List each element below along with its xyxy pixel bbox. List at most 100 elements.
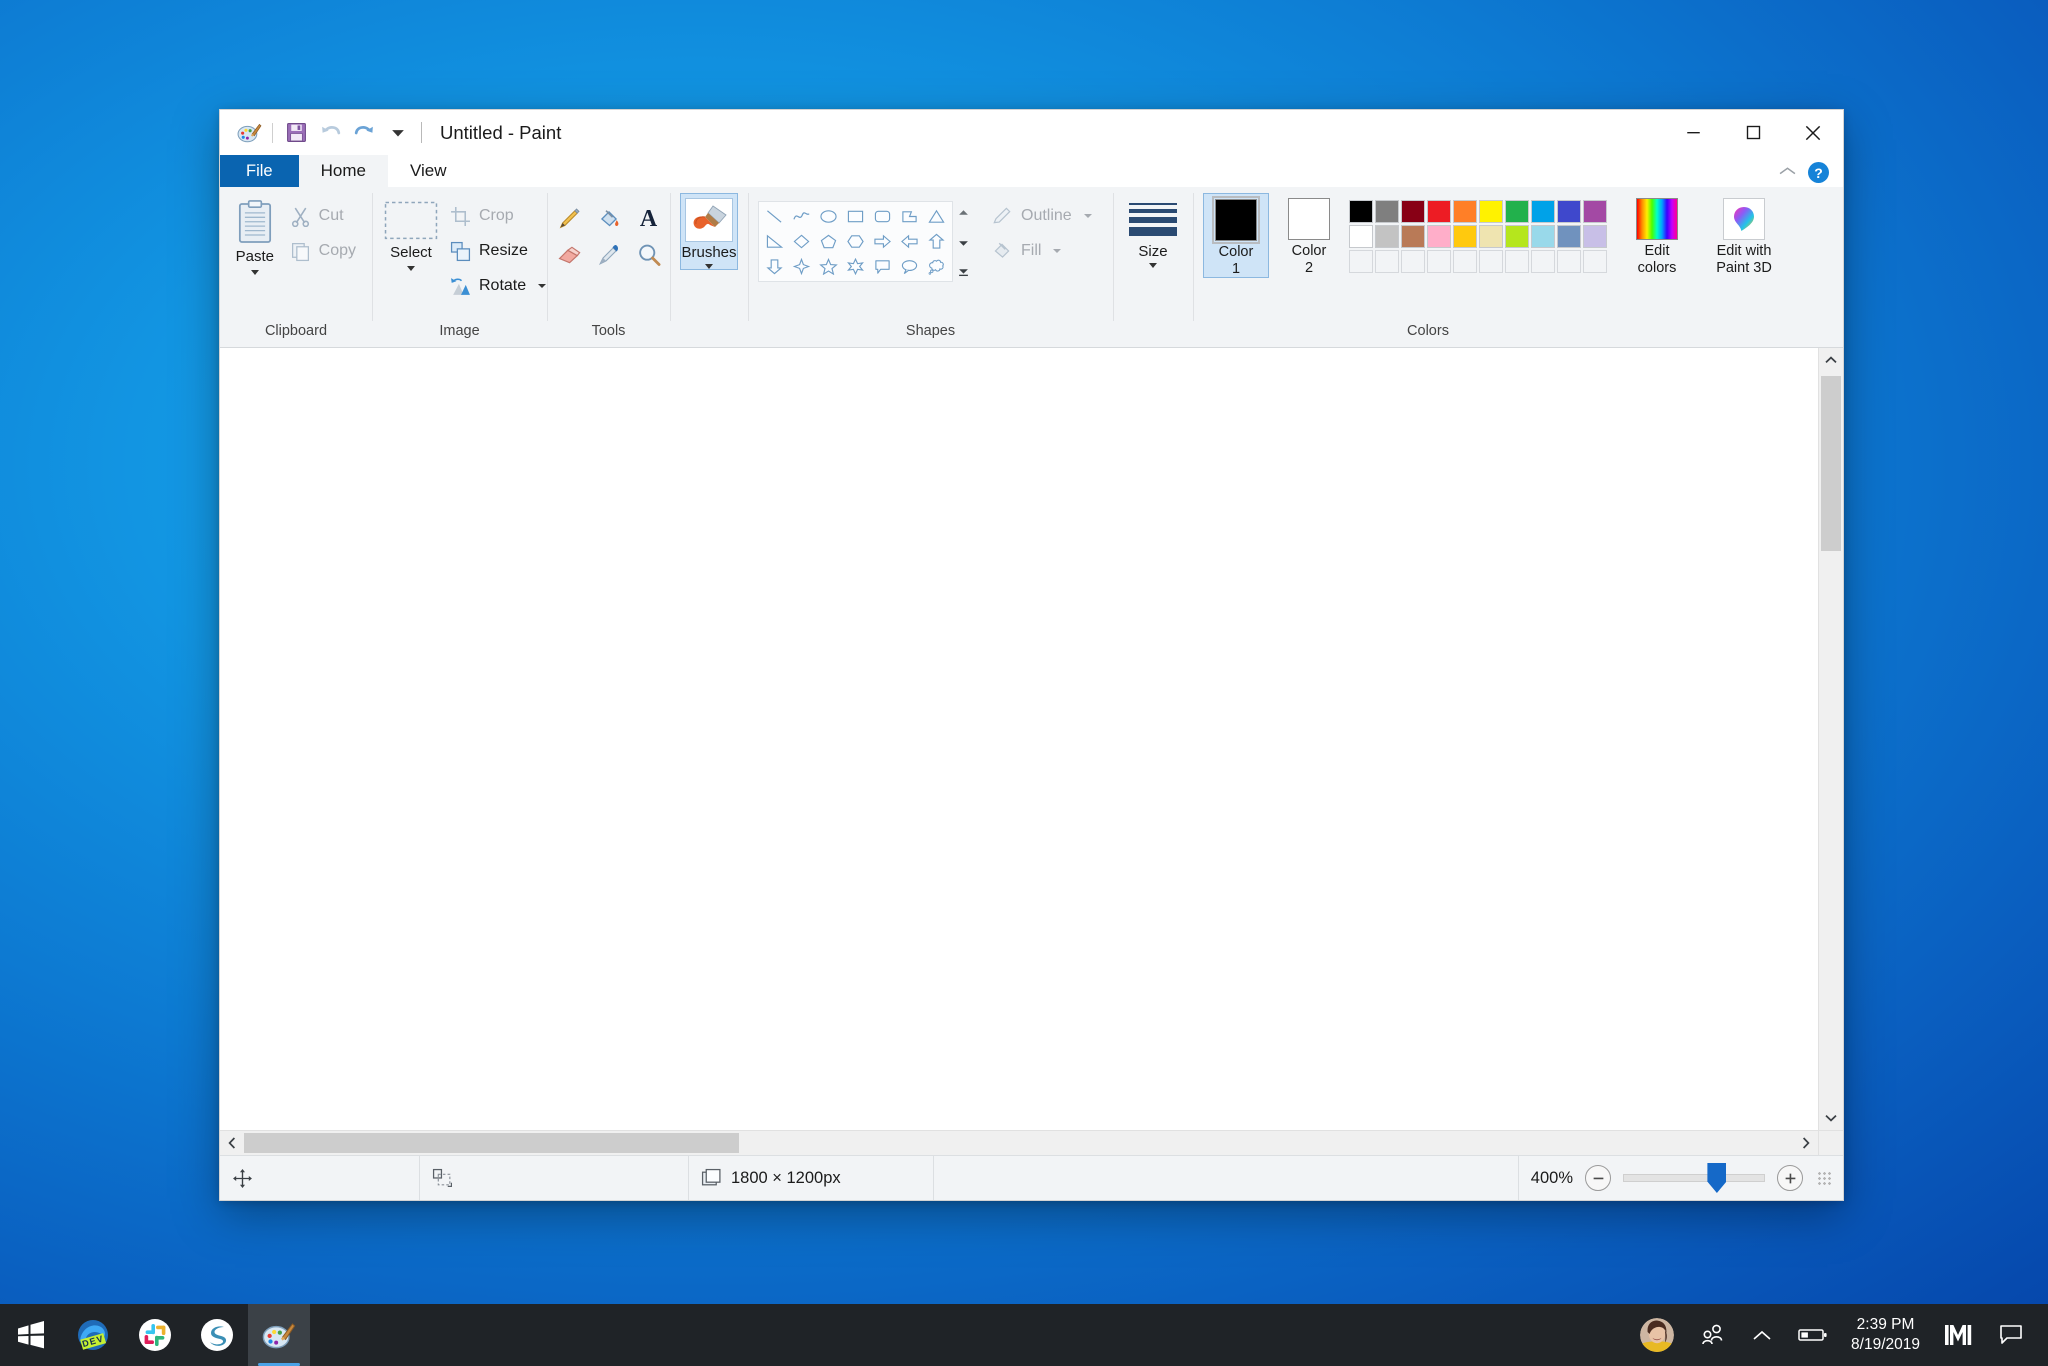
palette-swatch-r1-c5[interactable] xyxy=(1453,200,1477,223)
polygon-shape-icon[interactable] xyxy=(897,205,922,228)
rounded-rectangle-shape-icon[interactable] xyxy=(870,205,895,228)
maximize-button[interactable] xyxy=(1723,110,1783,155)
pentagon-shape-icon[interactable] xyxy=(816,230,841,253)
zoom-out-button[interactable] xyxy=(1585,1165,1611,1191)
scroll-left-icon[interactable] xyxy=(220,1131,244,1155)
down-arrow-shape-icon[interactable] xyxy=(762,255,787,278)
custom-color-slot-3[interactable] xyxy=(1401,250,1425,273)
action-center-icon[interactable] xyxy=(1986,1304,2038,1366)
select-button[interactable]: Select xyxy=(382,195,440,271)
size-button[interactable]: Size xyxy=(1123,197,1183,268)
palette-swatch-r2-c1[interactable] xyxy=(1349,225,1373,248)
custom-color-slot-5[interactable] xyxy=(1453,250,1477,273)
color-1-button[interactable]: Color 1 xyxy=(1203,193,1269,279)
drawing-canvas[interactable] xyxy=(220,348,1818,1130)
horizontal-scrollbar[interactable] xyxy=(220,1130,1818,1155)
palette-swatch-r2-c7[interactable] xyxy=(1505,225,1529,248)
palette-swatch-r2-c5[interactable] xyxy=(1453,225,1477,248)
palette-swatch-r2-c10[interactable] xyxy=(1583,225,1607,248)
palette-swatch-r2-c4[interactable] xyxy=(1427,225,1451,248)
palette-swatch-r2-c6[interactable] xyxy=(1479,225,1503,248)
canvas-viewport[interactable] xyxy=(220,348,1818,1130)
show-hidden-icons-icon[interactable] xyxy=(1739,1304,1785,1366)
palette-swatch-r1-c7[interactable] xyxy=(1505,200,1529,223)
palette-swatch-r1-c1[interactable] xyxy=(1349,200,1373,223)
redo-icon[interactable] xyxy=(347,116,381,150)
custom-color-slot-2[interactable] xyxy=(1375,250,1399,273)
custom-color-slot-9[interactable] xyxy=(1557,250,1581,273)
undo-icon[interactable] xyxy=(313,116,347,150)
brushes-button[interactable]: Brushes xyxy=(680,193,738,270)
up-arrow-shape-icon[interactable] xyxy=(924,230,949,253)
right-triangle-shape-icon[interactable] xyxy=(762,230,787,253)
curve-shape-icon[interactable] xyxy=(789,205,814,228)
shapes-scroll-up-icon[interactable] xyxy=(958,203,969,221)
zoom-in-button[interactable] xyxy=(1777,1165,1803,1191)
taskbar-item-slack[interactable] xyxy=(124,1304,186,1366)
rectangle-shape-icon[interactable] xyxy=(843,205,868,228)
horizontal-scroll-thumb[interactable] xyxy=(244,1133,739,1153)
color-2-button[interactable]: Color 2 xyxy=(1277,193,1341,276)
vertical-scroll-thumb[interactable] xyxy=(1821,376,1841,551)
collapse-ribbon-icon[interactable] xyxy=(1779,164,1796,182)
palette-swatch-r1-c3[interactable] xyxy=(1401,200,1425,223)
outline-button[interactable]: Outline xyxy=(985,201,1098,231)
paste-dropdown-caret[interactable] xyxy=(250,269,259,275)
paste-button[interactable]: Paste xyxy=(230,195,280,275)
crop-button[interactable]: Crop xyxy=(444,201,552,231)
close-button[interactable] xyxy=(1783,110,1843,155)
edit-colors-button[interactable]: Edit colors xyxy=(1623,193,1691,276)
left-arrow-shape-icon[interactable] xyxy=(897,230,922,253)
scroll-down-icon[interactable] xyxy=(1819,1106,1843,1130)
cut-button[interactable]: Cut xyxy=(284,201,362,231)
start-button[interactable] xyxy=(0,1304,62,1366)
tab-home[interactable]: Home xyxy=(298,155,388,187)
oval-callout-shape-icon[interactable] xyxy=(897,255,922,278)
customize-quick-access-icon[interactable] xyxy=(381,116,415,150)
zoom-slider-handle[interactable] xyxy=(1707,1163,1727,1193)
palette-swatch-r1-c10[interactable] xyxy=(1583,200,1607,223)
custom-color-slot-4[interactable] xyxy=(1427,250,1451,273)
palette-swatch-r2-c9[interactable] xyxy=(1557,225,1581,248)
taskbar-item-edge-dev[interactable]: DEV xyxy=(62,1304,124,1366)
rounded-rectangular-callout-shape-icon[interactable] xyxy=(870,255,895,278)
four-point-star-shape-icon[interactable] xyxy=(789,255,814,278)
shapes-expand-icon[interactable] xyxy=(958,264,969,282)
teams-m-icon[interactable] xyxy=(1930,1304,1986,1366)
resize-grip[interactable] xyxy=(1817,1171,1831,1185)
cloud-callout-shape-icon[interactable] xyxy=(924,255,949,278)
fill-with-color-tool-icon[interactable] xyxy=(591,203,627,235)
palette-swatch-r2-c2[interactable] xyxy=(1375,225,1399,248)
triangle-shape-icon[interactable] xyxy=(924,205,949,228)
line-shape-icon[interactable] xyxy=(762,205,787,228)
pencil-tool-icon[interactable] xyxy=(551,203,587,235)
rotate-button[interactable]: Rotate xyxy=(444,271,552,301)
six-point-star-shape-icon[interactable] xyxy=(843,255,868,278)
size-dropdown-caret[interactable] xyxy=(1149,263,1157,268)
magnifier-tool-icon[interactable] xyxy=(631,239,667,271)
five-point-star-shape-icon[interactable] xyxy=(816,255,841,278)
text-tool-icon[interactable]: A xyxy=(631,203,667,235)
scroll-right-icon[interactable] xyxy=(1794,1131,1818,1155)
outline-dropdown-caret[interactable] xyxy=(1083,214,1092,218)
shapes-scroll-down-icon[interactable] xyxy=(958,234,969,252)
copy-button[interactable]: Copy xyxy=(284,236,362,266)
minimize-button[interactable] xyxy=(1663,110,1723,155)
hexagon-shape-icon[interactable] xyxy=(843,230,868,253)
oval-shape-icon[interactable] xyxy=(816,205,841,228)
fill-dropdown-caret[interactable] xyxy=(1053,249,1062,253)
resize-button[interactable]: Resize xyxy=(444,236,552,266)
save-icon[interactable] xyxy=(279,116,313,150)
diamond-shape-icon[interactable] xyxy=(789,230,814,253)
account-avatar[interactable] xyxy=(1627,1304,1687,1366)
clock[interactable]: 2:39 PM 8/19/2019 xyxy=(1841,1315,1930,1356)
right-arrow-shape-icon[interactable] xyxy=(870,230,895,253)
palette-swatch-r1-c9[interactable] xyxy=(1557,200,1581,223)
people-icon[interactable] xyxy=(1687,1304,1739,1366)
battery-icon[interactable] xyxy=(1785,1304,1841,1366)
title-bar[interactable]: Untitled - Paint xyxy=(220,110,1843,155)
rotate-dropdown-caret[interactable] xyxy=(538,284,547,288)
tab-view[interactable]: View xyxy=(388,155,469,187)
custom-color-slot-7[interactable] xyxy=(1505,250,1529,273)
edit-with-paint-3d-button[interactable]: Edit with Paint 3D xyxy=(1699,193,1789,276)
